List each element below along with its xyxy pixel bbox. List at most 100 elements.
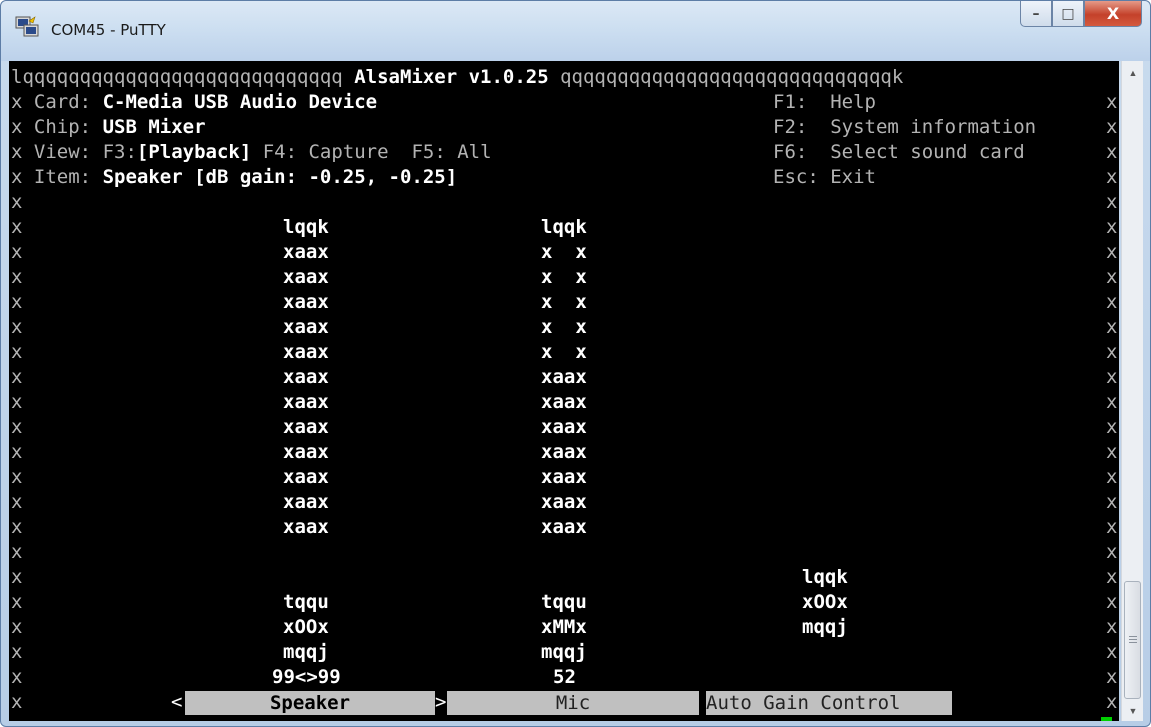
help-text: Help: [830, 91, 876, 113]
volume-bar-row: xaax: [541, 366, 587, 388]
bottom-border: mqqqqqqqqqqqqqqqqqqqqqqqqqqqqqqqqqqqqqqq…: [11, 715, 1109, 721]
speaker-mid: tqqu: [283, 591, 329, 613]
volume-bar-row: xaax: [541, 516, 587, 538]
view-label: View:: [33, 141, 92, 163]
mic-top: lqqk: [541, 216, 587, 238]
help-f1: F1: Help: [773, 90, 876, 115]
volume-bar-row: xaax: [283, 491, 329, 513]
title-bar[interactable]: COM45 - PuTTY – □ X: [1, 1, 1150, 61]
mic-mute-toggle[interactable]: xMMx: [541, 615, 587, 640]
left-border-char: x: [11, 441, 23, 463]
left-border-char: x: [11, 466, 23, 488]
grip-line: [1129, 636, 1137, 637]
volume-bar-row: x x: [541, 291, 587, 313]
volume-bar-row: x x: [541, 316, 587, 338]
left-border-char: x: [11, 241, 23, 263]
speaker-label[interactable]: Speaker: [185, 691, 435, 715]
speaker-arrow-right: >: [435, 691, 447, 713]
right-border-char: x: [1106, 566, 1118, 588]
help-text: System information: [830, 116, 1037, 138]
right-border-char: x: [1106, 691, 1118, 713]
help-f6: F6: Select sound card: [773, 140, 1025, 165]
right-border-char: x: [1106, 516, 1118, 538]
left-border-char: x: [11, 91, 23, 113]
volume-bar-row: x x: [541, 266, 587, 288]
mic-bottom: mqqj: [541, 641, 587, 663]
right-border-char: x: [1106, 366, 1118, 388]
left-border-char: x: [11, 116, 23, 138]
agc-top: lqqk: [802, 566, 848, 588]
volume-bar-row: xaax: [283, 266, 329, 288]
right-border-char: x: [1106, 241, 1118, 263]
item-label: Item:: [33, 166, 92, 188]
agc-label[interactable]: Auto Gain Control: [706, 691, 952, 715]
left-border-char: x: [11, 516, 23, 538]
left-border-char: x: [11, 616, 23, 638]
scroll-up-arrow-icon[interactable]: ▲: [1122, 63, 1144, 83]
left-border-char: x: [11, 341, 23, 363]
right-border-char: x: [1106, 166, 1118, 188]
view-capture-tab[interactable]: F4: Capture: [263, 141, 389, 163]
right-border-char: x: [1106, 141, 1118, 163]
left-border-char: x: [11, 366, 23, 388]
volume-bar-row: xaax: [283, 341, 329, 363]
left-border-char: x: [11, 291, 23, 313]
maximize-button[interactable]: □: [1052, 1, 1084, 27]
chip-line: x Chip: USB Mixer: [11, 115, 206, 140]
item-line: x Item: Speaker [dB gain: -0.25, -0.25]: [11, 165, 457, 190]
left-border-char: x: [11, 666, 23, 688]
top-border-left: lqqqqqqqqqqqqqqqqqqqqqqqqqqqq: [11, 66, 343, 88]
volume-bar-row: xaax: [541, 441, 587, 463]
right-border-char: x: [1106, 666, 1118, 688]
right-border-char: x: [1106, 266, 1118, 288]
caption-buttons: – □ X: [1020, 1, 1142, 31]
card-value: C-Media USB Audio Device: [102, 91, 378, 113]
speaker-bottom: mqqj: [283, 641, 329, 663]
left-border-char: x: [11, 216, 23, 238]
speaker-mute-toggle[interactable]: xOOx: [283, 615, 329, 640]
volume-bar-row: xaax: [283, 441, 329, 463]
close-button[interactable]: X: [1084, 1, 1142, 27]
terminal-screen[interactable]: lqqqqqqqqqqqqqqqqqqqqqqqqqqqq AlsaMixer …: [9, 61, 1119, 721]
top-border-right: qqqqqqqqqqqqqqqqqqqqqqqqqqqqqk: [560, 66, 904, 88]
app-title: AlsaMixer v1.0.25: [354, 66, 549, 88]
left-border-char: x: [11, 166, 23, 188]
chip-value: USB Mixer: [102, 116, 206, 138]
help-esc: Esc: Exit: [773, 165, 876, 190]
right-border-char: x: [1106, 616, 1118, 638]
scroll-thumb[interactable]: [1124, 581, 1141, 699]
view-all-tab[interactable]: F5: All: [411, 141, 491, 163]
terminal-cursor: [1101, 717, 1112, 721]
volume-bar-row: xaax: [283, 416, 329, 438]
left-border-char: x: [11, 691, 23, 713]
volume-bar-row: xaax: [283, 391, 329, 413]
left-border-char: x: [11, 541, 23, 563]
left-border-char: x: [11, 141, 23, 163]
left-border-char: x: [11, 266, 23, 288]
volume-bar-row: xaax: [283, 316, 329, 338]
volume-bar-row: xaax: [283, 366, 329, 388]
volume-bar-row: x x: [541, 341, 587, 363]
volume-bar-row: xaax: [283, 291, 329, 313]
left-border-char: x: [11, 491, 23, 513]
help-text: Select sound card: [830, 141, 1025, 163]
mic-mid: tqqu: [541, 591, 587, 613]
putty-app-icon[interactable]: [15, 15, 41, 39]
card-label: Card:: [33, 91, 92, 113]
agc-mute-toggle[interactable]: xOOx: [802, 590, 848, 615]
left-border-char: x: [11, 591, 23, 613]
card-line: x Card: C-Media USB Audio Device: [11, 90, 377, 115]
mic-label[interactable]: Mic: [447, 691, 699, 715]
left-border-char: x: [11, 641, 23, 663]
vertical-scrollbar[interactable]: ▲ ▼: [1121, 61, 1143, 721]
window-title: COM45 - PuTTY: [51, 21, 166, 39]
speaker-value: 99<>99: [272, 666, 341, 688]
right-border-char: x: [1106, 91, 1118, 113]
right-border-char: x: [1106, 466, 1118, 488]
right-border-char: x: [1106, 216, 1118, 238]
view-f3-key: F3:: [102, 141, 137, 163]
minimize-button[interactable]: –: [1020, 1, 1052, 27]
top-border: lqqqqqqqqqqqqqqqqqqqqqqqqqqqq AlsaMixer …: [11, 65, 903, 90]
view-playback-tab[interactable]: [Playback]: [137, 141, 251, 163]
scroll-down-arrow-icon[interactable]: ▼: [1122, 701, 1144, 721]
